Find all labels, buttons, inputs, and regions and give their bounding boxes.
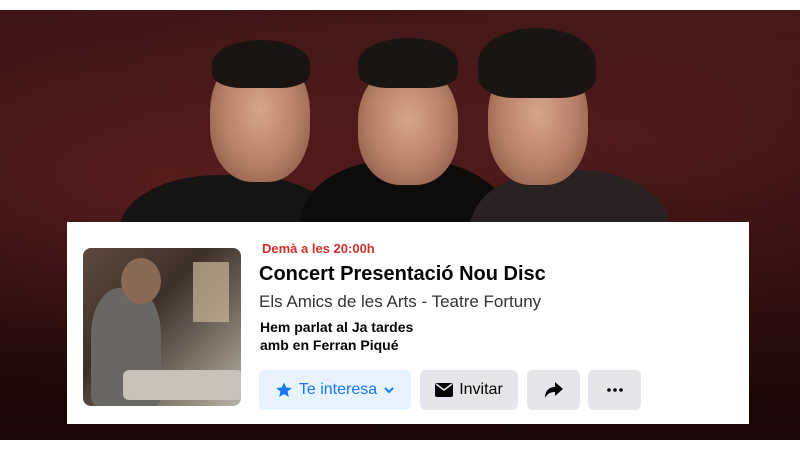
interest-button[interactable]: Te interesa (259, 370, 411, 410)
share-button[interactable] (527, 370, 580, 410)
ellipsis-icon (606, 388, 623, 392)
envelope-icon (435, 382, 454, 398)
event-description: Hem parlat al Ja tardes amb en Ferran Pi… (260, 318, 413, 354)
event-thumbnail[interactable] (83, 248, 241, 406)
event-subtitle: Els Amics de les Arts - Teatre Fortuny (259, 292, 542, 311)
event-description-line: Hem parlat al Ja tardes (260, 319, 414, 335)
event-date: Demà a les 20:00h (262, 241, 375, 256)
event-title[interactable]: Concert Presentació Nou Disc (259, 263, 546, 286)
share-arrow-icon (544, 381, 564, 399)
more-options-button[interactable] (588, 370, 641, 410)
invite-button[interactable]: Invitar (420, 370, 518, 410)
event-card[interactable]: Demà a les 20:00h Concert Presentació No… (67, 222, 749, 424)
star-icon (275, 381, 293, 399)
chevron-down-icon (383, 384, 395, 396)
event-description-line: amb en Ferran Piqué (260, 337, 399, 353)
invite-button-label: Invitar (459, 381, 503, 398)
interest-button-label: Te interesa (298, 381, 378, 398)
